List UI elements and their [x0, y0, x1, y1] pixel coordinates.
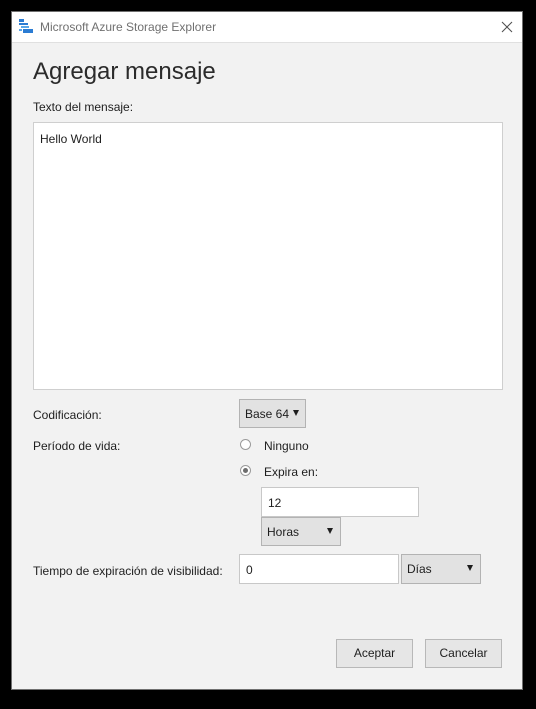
dialog-heading: Agregar mensaje: [33, 58, 216, 85]
encoding-label: Codificación:: [33, 408, 102, 422]
ttl-expires-label[interactable]: Expira en:: [264, 465, 318, 479]
accept-button[interactable]: Aceptar: [336, 639, 413, 668]
ttl-amount-input[interactable]: 12: [261, 487, 419, 517]
visibility-unit-select[interactable]: Días: [401, 554, 481, 584]
title-bar: Microsoft Azure Storage Explorer: [12, 12, 522, 43]
ttl-none-label[interactable]: Ninguno: [264, 439, 309, 453]
triangle-down-icon: [467, 565, 473, 571]
triangle-down-icon: [327, 528, 333, 534]
encoding-select[interactable]: Base 64: [239, 399, 306, 428]
encoding-select-value: Base 64: [245, 407, 290, 421]
visibility-amount-input[interactable]: 0: [239, 554, 399, 584]
ttl-label: Período de vida:: [33, 439, 121, 453]
visibility-timeout-label: Tiempo de expiración de visibilidad:: [33, 564, 223, 578]
ttl-unit-value: Horas: [267, 525, 300, 539]
visibility-unit-value: Días: [407, 562, 432, 576]
triangle-down-icon: [293, 410, 299, 416]
message-text-label: Texto del mensaje:: [33, 100, 134, 114]
azure-storage-explorer-icon: [18, 18, 34, 34]
ttl-none-radio[interactable]: [240, 439, 251, 450]
ttl-unit-select[interactable]: Horas: [261, 517, 341, 546]
close-icon: [501, 21, 513, 33]
ttl-expires-radio[interactable]: [240, 465, 251, 476]
cancel-button[interactable]: Cancelar: [425, 639, 502, 668]
dialog-window: Microsoft Azure Storage Explorer Agregar…: [11, 11, 523, 690]
message-textarea[interactable]: Hello World: [33, 122, 503, 390]
window-title: Microsoft Azure Storage Explorer: [40, 20, 217, 34]
close-button[interactable]: [496, 16, 518, 38]
